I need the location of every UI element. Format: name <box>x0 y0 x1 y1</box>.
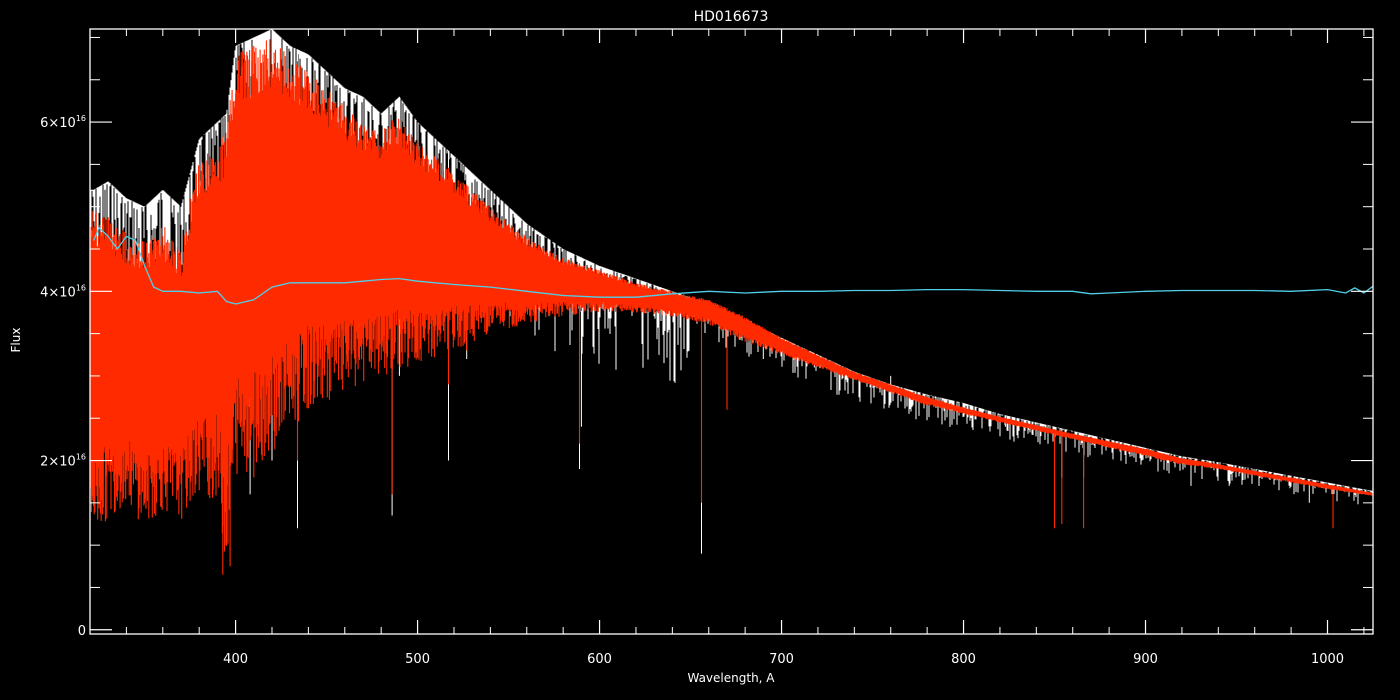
x-tick-label: 900 <box>1133 652 1158 667</box>
chart-title: HD016673 <box>694 9 769 25</box>
x-tick-label: 1000 <box>1311 652 1344 667</box>
y-tick-label: 6×1016 <box>40 114 86 131</box>
y-axis-label: Flux <box>9 328 23 353</box>
x-tick-label: 700 <box>769 652 794 667</box>
y-tick-label: 2×1016 <box>40 453 86 470</box>
spectrum-chart: HD016673 400 500 600 700 800 900 1000 0 2×1016 4×… <box>9 9 1374 685</box>
y-tick-label: 4×1016 <box>40 283 86 300</box>
model-spectrum <box>90 39 1373 575</box>
x-axis-label: Wavelength, A <box>687 671 775 685</box>
x-tick-label: 400 <box>223 652 248 667</box>
x-tick-label: 800 <box>951 652 976 667</box>
x-tick-label: 500 <box>405 652 430 667</box>
plot-area <box>90 29 1373 575</box>
y-tick-label: 0 <box>78 624 86 639</box>
x-tick-label: 600 <box>587 652 612 667</box>
